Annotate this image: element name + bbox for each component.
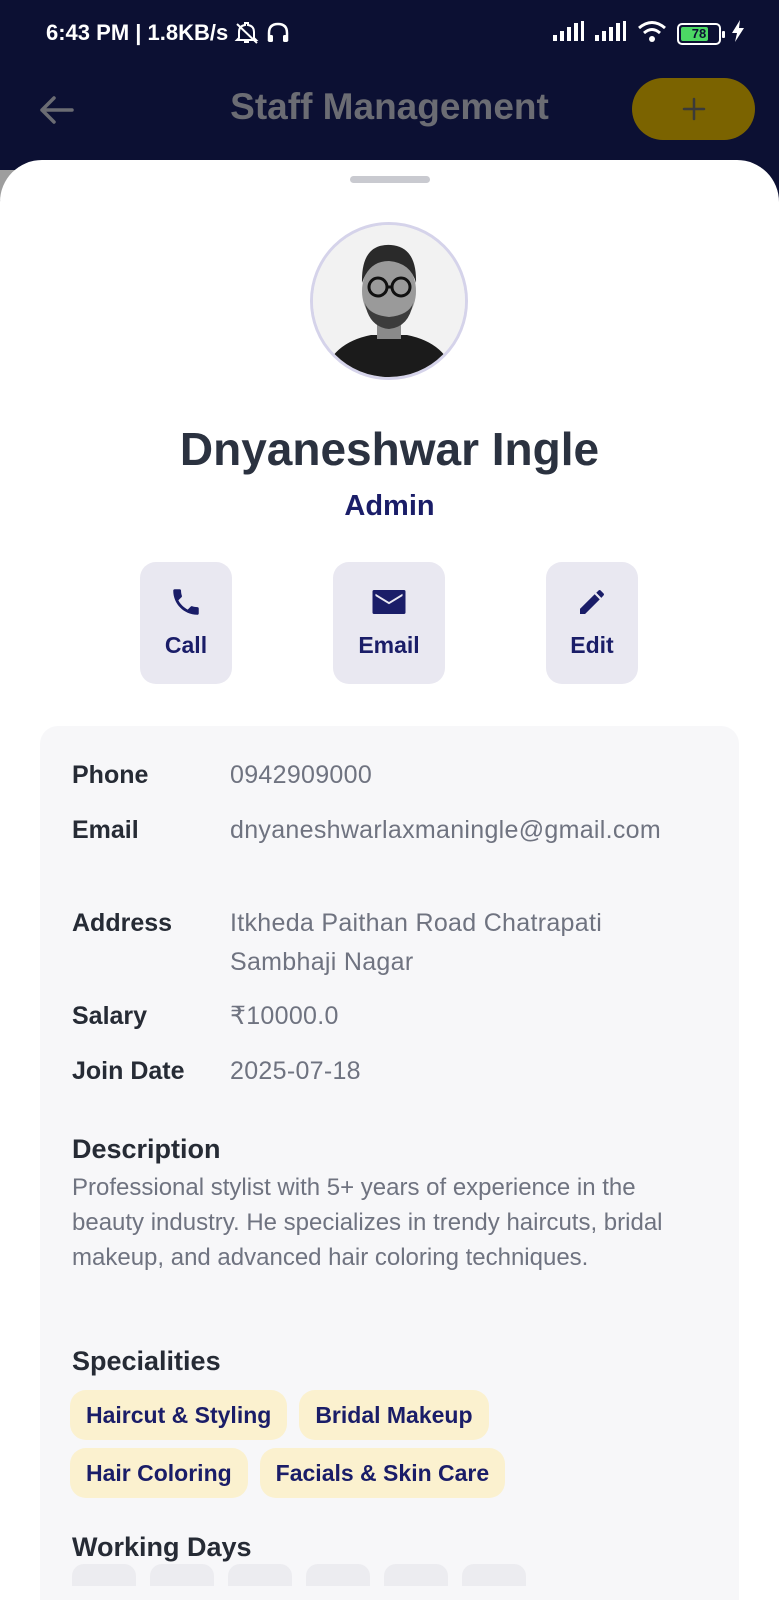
description-text: Professional stylist with 5+ years of ex… <box>72 1174 663 1271</box>
speciality-chip: Facials & Skin Care <box>259 1448 506 1498</box>
phone-row: Phone 0942909000 <box>72 756 700 795</box>
status-time: 6:43 PM | 1.8KB/s <box>46 20 229 45</box>
day-chip <box>306 1564 370 1586</box>
day-chip <box>150 1564 214 1586</box>
working-days-title: Working Days <box>72 1532 252 1562</box>
phone-label: Phone <box>72 761 149 789</box>
email-field-label: Email <box>72 816 139 844</box>
mute-icon <box>234 21 260 45</box>
specialities-row: Haircut & Styling Bridal Makeup <box>70 1390 489 1440</box>
pencil-icon <box>576 584 608 620</box>
salary-value: ₹10000.0 <box>230 1002 339 1030</box>
charging-icon <box>731 20 745 47</box>
headphones-icon <box>266 21 290 45</box>
speciality-chip: Hair Coloring <box>70 1448 248 1498</box>
day-chip <box>384 1564 448 1586</box>
edit-button[interactable]: Edit <box>546 562 638 684</box>
salary-row: Salary ₹10000.0 <box>72 997 700 1036</box>
day-chip <box>72 1564 136 1586</box>
status-right: 78 <box>553 20 745 47</box>
avatar <box>310 222 468 380</box>
email-button[interactable]: Email <box>333 562 445 684</box>
specialities-row: Hair Coloring Facials & Skin Care <box>70 1448 506 1498</box>
speciality-chip: Haircut & Styling <box>70 1390 288 1440</box>
edit-label: Edit <box>570 632 614 658</box>
wifi-icon <box>637 20 667 47</box>
staff-role: Admin <box>344 490 435 522</box>
specialities-title: Specialities <box>72 1346 221 1376</box>
email-label: Email <box>358 632 420 658</box>
email-row: Email dnyaneshwarlaxmaningle@gmail.com <box>72 811 700 850</box>
speciality-chip: Bridal Makeup <box>299 1390 489 1440</box>
address-label: Address <box>72 909 173 937</box>
status-left: 6:43 PM | 1.8KB/s <box>46 20 290 46</box>
salary-label: Salary <box>72 1002 148 1030</box>
phone-icon <box>169 584 203 620</box>
add-staff-button[interactable] <box>632 78 755 140</box>
working-days-row <box>72 1564 526 1586</box>
description-title: Description <box>72 1134 221 1164</box>
join-date-value: 2025-07-18 <box>230 1057 361 1085</box>
staff-detail-sheet: Dnyaneshwar Ingle Admin Call Email Edit … <box>0 160 779 1600</box>
mail-icon <box>371 584 407 620</box>
day-chip <box>462 1564 526 1586</box>
staff-name: Dnyaneshwar Ingle <box>179 423 600 475</box>
phone-value: 0942909000 <box>230 761 373 789</box>
join-date-label: Join Date <box>72 1057 185 1085</box>
app-header: Staff Management <box>0 70 779 170</box>
drag-handle[interactable] <box>350 176 430 183</box>
day-chip <box>228 1564 292 1586</box>
battery-level: 78 <box>691 26 707 41</box>
join-date-row: Join Date 2025-07-18 <box>72 1052 700 1091</box>
call-button[interactable]: Call <box>140 562 232 684</box>
email-value: dnyaneshwarlaxmaningle@gmail.com <box>230 816 662 844</box>
battery-icon: 78 <box>677 22 725 45</box>
signal-icon <box>553 21 585 46</box>
status-bar: 6:43 PM | 1.8KB/s 78 <box>0 0 779 70</box>
address-value: Itkheda Paithan Road Chatrapati Sambhaji… <box>230 909 603 976</box>
plus-icon <box>682 97 705 121</box>
staff-info-card: Phone 0942909000 Email dnyaneshwarlaxman… <box>40 726 739 1600</box>
signal-icon <box>595 21 627 46</box>
address-row: Address Itkheda Paithan Road Chatrapati … <box>72 904 700 982</box>
call-label: Call <box>164 632 208 658</box>
